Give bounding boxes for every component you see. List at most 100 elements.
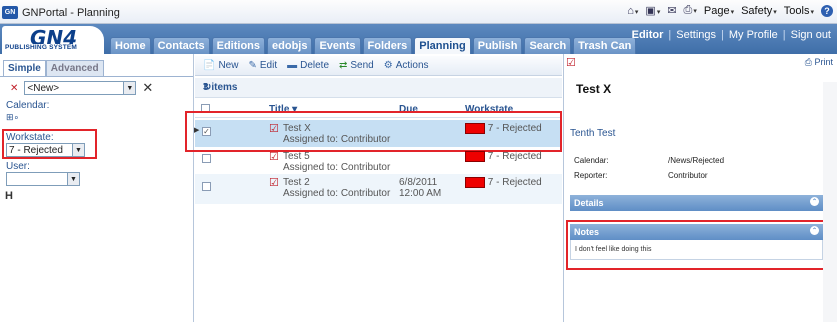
- task-icon: ☑: [269, 177, 279, 189]
- tab-simple[interactable]: Simple: [3, 60, 46, 77]
- details-panel-header[interactable]: Details ⌃: [570, 195, 823, 211]
- row-title[interactable]: Test 2: [283, 177, 310, 188]
- reporter-field: Reporter: Contributor: [574, 171, 708, 180]
- logo-subtitle: PUBLISHING SYSTEM: [5, 44, 78, 51]
- state-swatch: [465, 177, 485, 188]
- user-label: User:: [6, 161, 30, 172]
- highlight-selected-row: [185, 111, 562, 152]
- row-workstate-label: 7 - Rejected: [487, 151, 542, 163]
- table-row[interactable]: ☑ Test 2 Assigned to: Contributor 6/8/20…: [195, 174, 562, 204]
- tab-publish[interactable]: Publish: [472, 37, 523, 54]
- rss-icon[interactable]: ▣▾: [645, 4, 660, 17]
- mode-divider: [0, 76, 193, 77]
- browser-tab-title: GNPortal - Planning: [22, 6, 120, 19]
- close-icon[interactable]: ✕: [142, 80, 153, 96]
- browser-tab[interactable]: GN GNPortal - Planning: [2, 3, 252, 22]
- delete-icon: ▬: [287, 60, 298, 71]
- new-label: New: [218, 60, 239, 71]
- print-label: Print: [814, 57, 833, 67]
- app-header: GN4 PUBLISHING SYSTEM Home Contacts Edit…: [0, 24, 837, 55]
- mail-icon[interactable]: ✉: [667, 4, 676, 17]
- page-menu[interactable]: Page▾: [704, 5, 734, 17]
- settings-link[interactable]: Settings: [676, 29, 716, 41]
- editor-link[interactable]: Editor: [632, 29, 664, 41]
- calendar-field-label: Calendar:: [574, 156, 609, 165]
- home-icon[interactable]: ⌂▾: [627, 5, 638, 17]
- row-due-date: 6/8/2011: [399, 177, 438, 188]
- filter-pane: Simple Advanced ✕ <New> ▼ ✕ Calendar: ⊞∘…: [0, 54, 194, 322]
- print-button[interactable]: ⎙ Print: [805, 57, 833, 68]
- delete-button[interactable]: ▬ Delete: [287, 60, 329, 71]
- tools-menu-label: Tools: [783, 4, 810, 17]
- tools-menu[interactable]: Tools▾: [784, 5, 814, 17]
- task-icon: ☑: [566, 57, 576, 69]
- clear-filter-icon[interactable]: ✕: [10, 83, 18, 94]
- row-workstate-label: 7 - Rejected: [487, 177, 542, 189]
- row-checkbox[interactable]: [202, 182, 211, 194]
- sign-out-link[interactable]: Sign out: [791, 29, 831, 41]
- saved-filter-value: <New>: [27, 82, 60, 94]
- related-link[interactable]: Tenth Test: [570, 128, 615, 139]
- safety-menu[interactable]: Safety▾: [741, 5, 777, 17]
- calendar-field: Calendar: /News/Rejected: [574, 156, 724, 165]
- new-button[interactable]: 📄 New: [203, 60, 238, 71]
- tab-editions[interactable]: Editions: [211, 37, 266, 54]
- new-icon: 📄: [203, 60, 216, 71]
- my-profile-link[interactable]: My Profile: [729, 29, 778, 41]
- tab-advanced[interactable]: Advanced: [45, 60, 104, 77]
- print-icon[interactable]: ⎙▾: [684, 4, 697, 17]
- tab-edobjs[interactable]: edobjs: [267, 37, 313, 54]
- actions-button[interactable]: ⚙ Actions: [384, 60, 429, 71]
- row-assigned: Assigned to: Contributor: [283, 162, 391, 173]
- mode-tabs: Simple Advanced: [3, 60, 104, 77]
- calendar-picker-icon[interactable]: ⊞∘: [6, 112, 19, 123]
- collapse-icon[interactable]: ⌃: [810, 197, 819, 206]
- page-menu-label: Page: [703, 4, 730, 17]
- binoculars-icon[interactable]: H: [5, 190, 13, 202]
- detail-pane: ☑ ⎙ Print Test X Tenth Test Calendar: /Ne…: [563, 54, 837, 322]
- refresh-icon[interactable]: ↻: [203, 82, 556, 93]
- tab-planning[interactable]: Planning: [414, 37, 471, 55]
- tab-trash-can[interactable]: Trash Can: [573, 37, 637, 54]
- edit-button[interactable]: ✎ Edit: [248, 60, 277, 71]
- row-title[interactable]: Test 5: [283, 151, 310, 162]
- row-workstate: 7 - Rejected: [465, 151, 542, 162]
- chevron-down-icon: ▼: [123, 82, 136, 94]
- saved-filter-select[interactable]: <New> ▼: [24, 81, 137, 95]
- user-menu: Editor | Settings | My Profile | Sign out: [631, 29, 831, 41]
- tab-contacts[interactable]: Contacts: [152, 37, 210, 54]
- gear-icon: ⚙: [383, 60, 393, 71]
- scrollbar[interactable]: [823, 82, 837, 322]
- item-count-bar: 3 items ↻: [195, 78, 562, 98]
- table-row[interactable]: ☑ Test 5 Assigned to: Contributor 7 - Re…: [195, 148, 562, 175]
- chevron-down-icon: ▼: [67, 173, 79, 185]
- tab-search[interactable]: Search: [524, 37, 572, 54]
- edit-icon: ✎: [248, 60, 257, 71]
- row-workstate: 7 - Rejected: [465, 177, 542, 188]
- actions-label: Actions: [395, 60, 429, 71]
- favicon-icon: GN: [2, 6, 18, 19]
- reporter-field-label: Reporter:: [574, 171, 608, 180]
- calendar-label: Calendar:: [6, 100, 50, 111]
- row-assigned: Assigned to: Contributor: [283, 188, 391, 199]
- gn4-logo: GN4 PUBLISHING SYSTEM: [2, 26, 104, 54]
- main-tabs: Home Contacts Editions edobjs Events Fol…: [110, 37, 637, 55]
- details-label: Details: [574, 198, 604, 208]
- list-toolbar: 📄 New ✎ Edit ▬ Delete ⇄ Send ⚙ Actions: [195, 56, 562, 76]
- edit-label: Edit: [259, 60, 278, 71]
- highlight-workstate: [2, 129, 97, 159]
- browser-command-bar: ⌂▾ ▣▾ ✉ ⎙▾ Page▾ Safety▾ Tools▾ ?: [627, 4, 833, 17]
- tab-events[interactable]: Events: [314, 37, 361, 54]
- row-checkbox[interactable]: [202, 154, 211, 166]
- highlight-notes: [566, 220, 826, 270]
- tab-home[interactable]: Home: [110, 37, 151, 54]
- user-select[interactable]: ▼: [6, 172, 80, 186]
- safety-menu-label: Safety: [741, 4, 773, 17]
- send-icon: ⇄: [339, 60, 348, 71]
- send-button[interactable]: ⇄ Send: [339, 60, 374, 71]
- detail-title: Test X: [576, 82, 612, 96]
- help-icon[interactable]: ?: [821, 4, 833, 17]
- send-label: Send: [350, 60, 374, 71]
- tab-folders[interactable]: Folders: [362, 37, 413, 54]
- reporter-field-value: Contributor: [668, 171, 708, 180]
